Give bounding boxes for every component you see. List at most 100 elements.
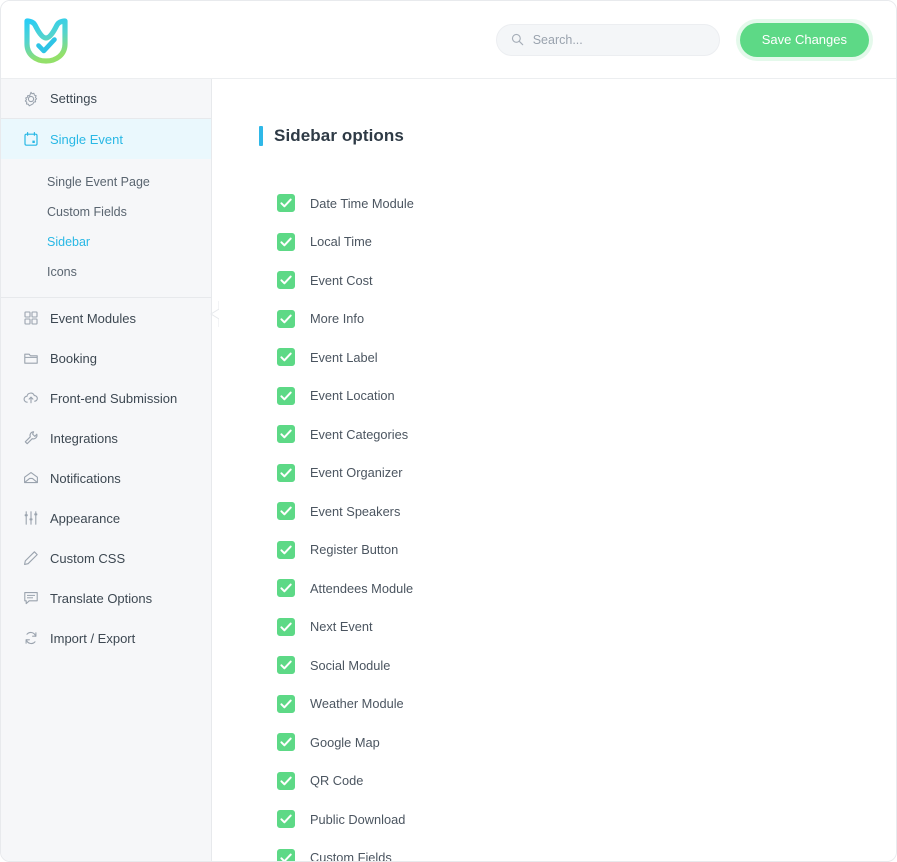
option-row[interactable]: Weather Module [277, 685, 896, 724]
sidebar-item-label: Notifications [50, 470, 121, 486]
option-label: Event Cost [310, 272, 373, 288]
option-row[interactable]: Google Map [277, 723, 896, 762]
checkbox-checked-icon[interactable] [277, 656, 295, 675]
sidebar-subitem-custom-fields[interactable]: Custom Fields [1, 197, 211, 227]
option-label: Next Event [310, 619, 373, 635]
sidebar-item-label: Single Event [50, 131, 123, 147]
option-row[interactable]: Event Label [277, 338, 896, 377]
option-row[interactable]: Attendees Module [277, 569, 896, 608]
sidebar-item-label: Translate Options [50, 590, 153, 606]
sidebar-item-settings[interactable]: Settings [1, 79, 211, 119]
app-window: Save Changes Settings Single Even [0, 0, 897, 862]
header-actions: Save Changes [495, 22, 896, 57]
option-label: QR Code [310, 773, 364, 789]
sidebar-item-integrations[interactable]: Integrations [1, 418, 211, 458]
submenu-pointer-icon [210, 301, 219, 327]
checkbox-checked-icon[interactable] [277, 733, 295, 752]
option-row[interactable]: Event Location [277, 377, 896, 416]
sidebar-subitem-sidebar[interactable]: Sidebar [1, 227, 211, 257]
checkbox-checked-icon[interactable] [277, 232, 295, 251]
envelope-icon [24, 472, 38, 484]
option-label: Event Location [310, 388, 395, 404]
wrench-icon [24, 431, 38, 445]
sidebar-item-single-event[interactable]: Single Event [1, 119, 211, 159]
option-label: Google Map [310, 734, 380, 750]
sidebar-item-label: Import / Export [50, 630, 136, 646]
option-label: Register Button [310, 542, 399, 558]
sidebar-item-notifications[interactable]: Notifications [1, 458, 211, 498]
sidebar-subitem-single-event-page[interactable]: Single Event Page [1, 167, 211, 197]
option-row[interactable]: Social Module [277, 646, 896, 685]
option-label: Custom Fields [310, 850, 392, 862]
checkbox-checked-icon[interactable] [277, 386, 295, 405]
gear-icon [24, 91, 38, 106]
sidebar-subitem-icons[interactable]: Icons [1, 257, 211, 287]
option-row[interactable]: Date Time Module [277, 184, 896, 223]
option-row[interactable]: Event Categories [277, 415, 896, 454]
page-title-text: Sidebar options [274, 126, 404, 145]
sidebar-submenu: Single Event Page Custom Fields Sidebar … [1, 159, 211, 298]
checkbox-checked-icon[interactable] [277, 271, 295, 290]
checkbox-checked-icon[interactable] [277, 348, 295, 367]
comment-icon [24, 592, 38, 605]
option-row[interactable]: Public Download [277, 800, 896, 839]
sidebar-item-import-export[interactable]: Import / Export [1, 618, 211, 658]
sidebar-subitem-label: Icons [47, 265, 77, 279]
search-box[interactable] [495, 23, 720, 56]
checkbox-checked-icon[interactable] [277, 771, 295, 790]
option-label: Local Time [310, 234, 372, 250]
sidebar-item-front-end-submission[interactable]: Front-end Submission [1, 378, 211, 418]
option-row[interactable]: QR Code [277, 762, 896, 801]
option-row[interactable]: Event Speakers [277, 492, 896, 531]
sidebar-item-appearance[interactable]: Appearance [1, 498, 211, 538]
sidebar-item-label: Event Modules [50, 310, 136, 326]
option-label: More Info [310, 311, 365, 327]
checkbox-checked-icon[interactable] [277, 425, 295, 444]
search-input[interactable] [532, 32, 705, 47]
checkbox-checked-icon[interactable] [277, 540, 295, 559]
option-label: Event Organizer [310, 465, 403, 481]
checkbox-checked-icon[interactable] [277, 309, 295, 328]
option-label: Event Speakers [310, 503, 401, 519]
sidebar-subitem-label: Sidebar [47, 235, 91, 249]
sidebar-item-label: Appearance [50, 510, 121, 526]
option-row[interactable]: Local Time [277, 223, 896, 262]
folder-icon [24, 353, 38, 364]
sliders-icon [24, 511, 38, 525]
option-label: Public Download [310, 811, 406, 827]
sidebar-nav: Settings Single Event Single Event Page … [1, 79, 219, 861]
sidebar-item-booking[interactable]: Booking [1, 338, 211, 378]
grid-icon [24, 311, 38, 325]
app-logo-icon [24, 17, 68, 64]
sidebar-item-custom-css[interactable]: Custom CSS [1, 538, 211, 578]
checkbox-checked-icon[interactable] [277, 617, 295, 636]
sidebar-item-label: Custom CSS [50, 550, 126, 566]
checkbox-checked-icon[interactable] [277, 463, 295, 482]
title-accent-bar [259, 126, 263, 146]
checkbox-checked-icon[interactable] [277, 848, 295, 862]
checkbox-checked-icon[interactable] [277, 194, 295, 213]
sync-icon [25, 631, 37, 645]
option-row[interactable]: Register Button [277, 531, 896, 570]
option-label: Date Time Module [310, 195, 414, 211]
option-label: Weather Module [310, 696, 404, 712]
save-changes-button[interactable]: Save Changes [739, 22, 869, 57]
checkbox-checked-icon[interactable] [277, 502, 295, 521]
app-body: Settings Single Event Single Event Page … [1, 79, 896, 862]
app-header: Save Changes [1, 1, 896, 79]
sidebar-item-label: Front-end Submission [50, 390, 178, 406]
sidebar-item-label: Booking [50, 350, 97, 366]
checkbox-checked-icon[interactable] [277, 810, 295, 829]
sidebar-item-event-modules[interactable]: Event Modules [1, 298, 211, 338]
pencil-icon [24, 551, 38, 565]
option-row[interactable]: More Info [277, 300, 896, 339]
checkbox-checked-icon[interactable] [277, 579, 295, 598]
option-row[interactable]: Event Cost [277, 261, 896, 300]
option-row[interactable]: Event Organizer [277, 454, 896, 493]
checkbox-checked-icon[interactable] [277, 694, 295, 713]
calendar-icon [24, 132, 38, 146]
sidebar-item-label: Settings [50, 91, 97, 106]
sidebar-item-translate-options[interactable]: Translate Options [1, 578, 211, 618]
option-row[interactable]: Next Event [277, 608, 896, 647]
option-row[interactable]: Custom Fields [277, 839, 896, 862]
